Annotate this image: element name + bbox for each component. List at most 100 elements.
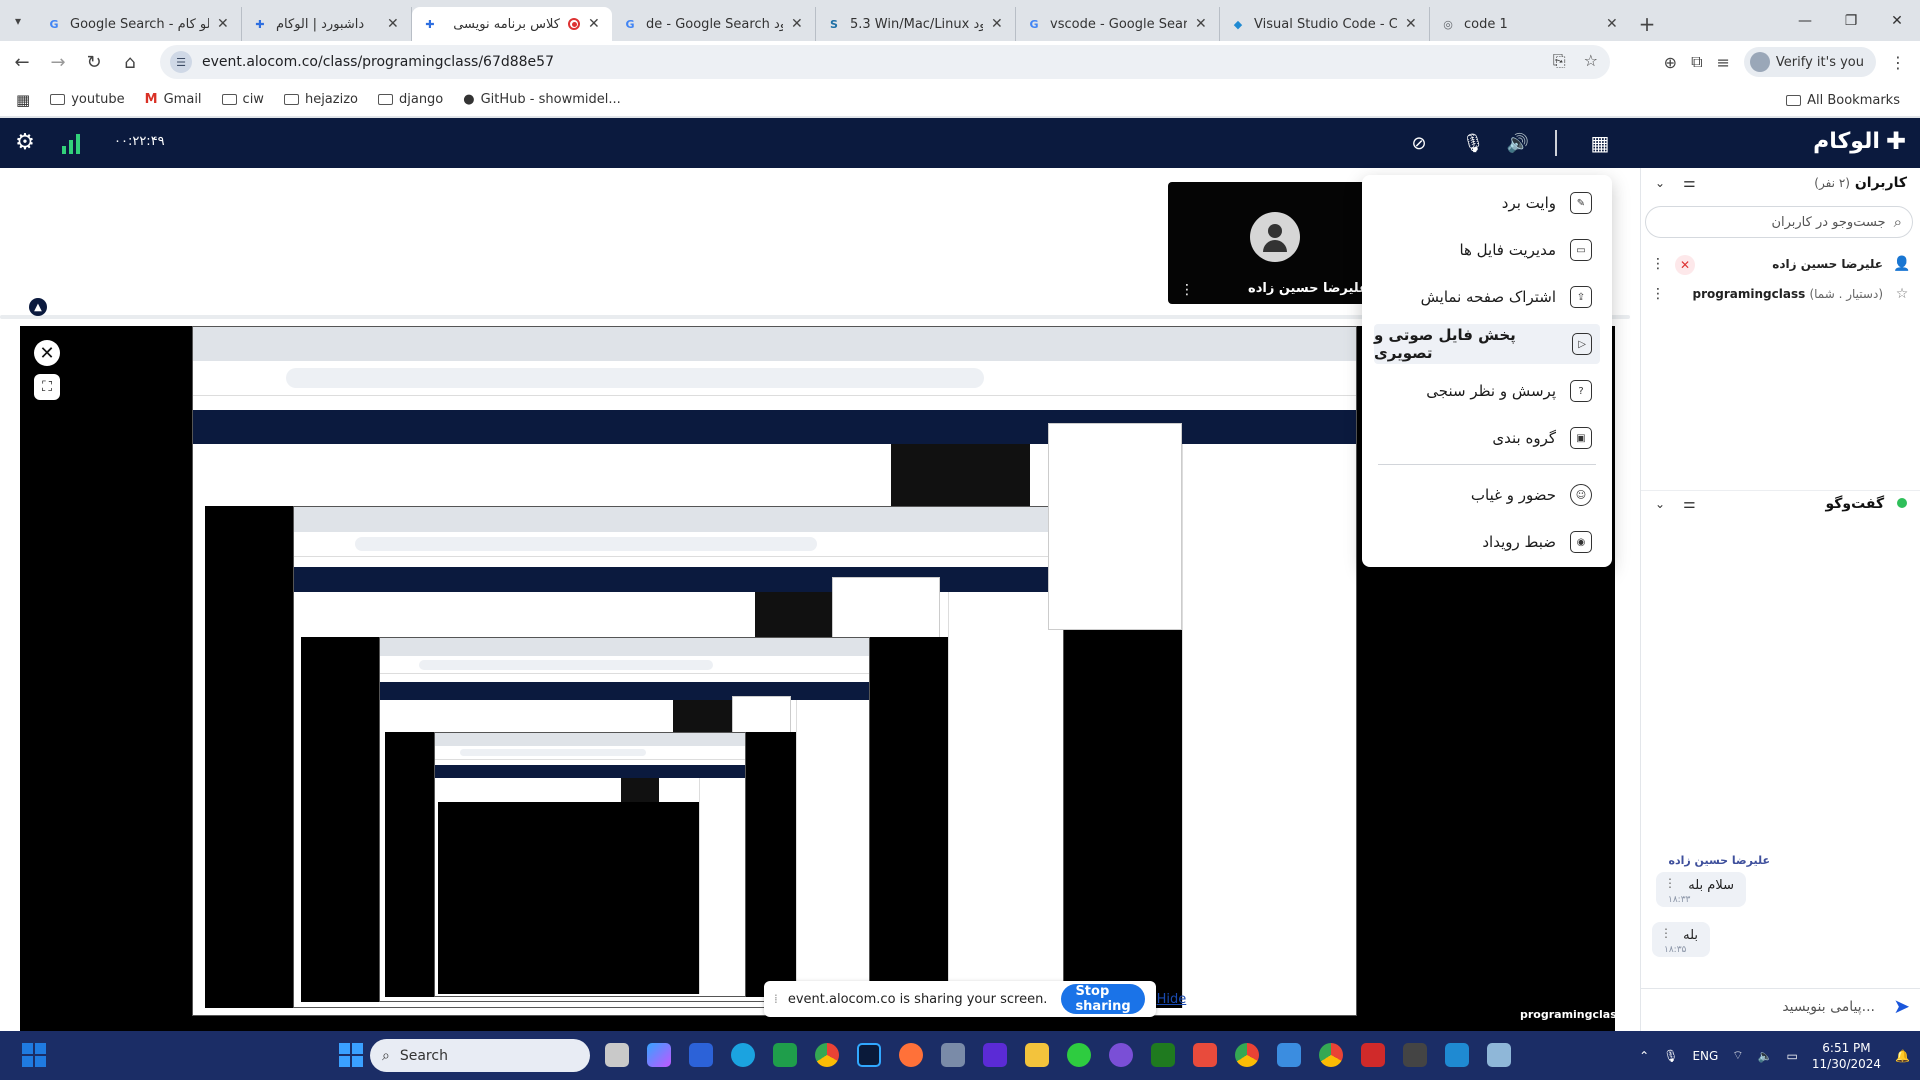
close-tab-icon[interactable]: ✕ (588, 16, 602, 32)
camera-off-icon[interactable]: ⊘ (1406, 130, 1432, 156)
install-app-icon[interactable]: ⎘ (1553, 51, 1566, 71)
user-options-icon[interactable]: ⋮ (1651, 256, 1665, 272)
app-icon[interactable] (1067, 1043, 1091, 1067)
bookmark-django[interactable]: django (377, 92, 443, 107)
menu-item-screen-share[interactable]: اشتراک صفحه نمایش ⇪ (1374, 277, 1600, 317)
xbox-icon[interactable] (1151, 1043, 1175, 1067)
settings-gear-icon[interactable]: ⚙ (12, 130, 38, 156)
address-bar[interactable]: ☰ event.alocom.co/class/programingclass/… (160, 45, 1610, 79)
site-info-icon[interactable]: ☰ (170, 51, 192, 73)
app-icon[interactable] (1109, 1043, 1133, 1067)
browser-tab[interactable]: ◎ code 1 ✕ (1430, 7, 1630, 41)
microphone-tray-icon[interactable]: 🎙 (1663, 1049, 1678, 1063)
chrome-icon[interactable] (815, 1043, 839, 1067)
filter-sliders-icon[interactable]: ⚌ (1683, 496, 1696, 512)
video-options-icon[interactable]: ⋮ (1180, 282, 1194, 298)
copilot-icon[interactable] (647, 1043, 671, 1067)
chevron-down-icon[interactable]: ⌄ (1655, 497, 1665, 511)
user-options-icon[interactable]: ⋮ (1651, 286, 1665, 302)
send-icon[interactable]: ➤ (1893, 994, 1910, 1018)
apps-grid-icon[interactable]: ▦ (16, 91, 30, 109)
close-tab-icon[interactable]: ✕ (1606, 16, 1620, 32)
language-indicator[interactable]: ENG (1692, 1049, 1718, 1063)
filter-sliders-icon[interactable]: ⚌ (1683, 175, 1696, 191)
extensions-icon[interactable]: ⧉ (1691, 52, 1702, 72)
browser-tab[interactable]: ✚ داشبورد | الوکام ✕ (242, 7, 412, 41)
menu-item-file-manager[interactable]: مدیریت فایل ها ▭ (1374, 230, 1600, 270)
chrome-icon[interactable] (1319, 1043, 1343, 1067)
firefox-icon[interactable] (899, 1043, 923, 1067)
chat-message-input[interactable]: پیامی بنویسید... (1641, 988, 1920, 1024)
tools-grid-icon[interactable]: ▦ (1587, 130, 1613, 156)
browser-tab-active[interactable]: ✚ کلاس برنامه نویسی ✕ (412, 7, 612, 41)
close-tab-icon[interactable]: ✕ (217, 16, 231, 32)
app-icon[interactable] (1487, 1043, 1511, 1067)
vscode-icon[interactable] (1445, 1043, 1469, 1067)
menu-item-poll[interactable]: پرسش و نظر سنجی ? (1374, 371, 1600, 411)
all-bookmarks-button[interactable]: All Bookmarks (1786, 83, 1900, 117)
hide-banner-link[interactable]: Hide (1157, 992, 1187, 1007)
reload-icon[interactable]: ↻ (76, 44, 112, 80)
photoshop-icon[interactable] (857, 1043, 881, 1067)
close-tab-icon[interactable]: ✕ (387, 16, 401, 32)
translate-icon[interactable]: ⊕ (1664, 53, 1677, 72)
chevron-down-icon[interactable]: ⌄ (1655, 176, 1665, 190)
user-row[interactable]: ⋮ ✕ علیرضا حسین زاده 👤 (1641, 252, 1920, 278)
media-app-icon[interactable] (983, 1043, 1007, 1067)
app-icon[interactable] (1193, 1043, 1217, 1067)
file-explorer-icon[interactable] (1025, 1043, 1049, 1067)
microphone-icon[interactable]: 🎙 (1460, 130, 1486, 156)
start-button-icon[interactable] (339, 1043, 363, 1067)
close-tab-icon[interactable]: ✕ (1405, 16, 1419, 32)
app-icon[interactable] (1277, 1043, 1301, 1067)
stop-sharing-button[interactable]: Stop sharing (1061, 984, 1145, 1014)
user-search-input[interactable]: جست‌وجو در کاربران ⌕ (1645, 206, 1913, 238)
wifi-icon[interactable]: ⌔ (1732, 1048, 1743, 1063)
fullscreen-toggle-button[interactable]: ⛶ (34, 374, 60, 400)
app-icon[interactable] (941, 1043, 965, 1067)
close-tab-icon[interactable]: ✕ (991, 16, 1005, 32)
media-controls-icon[interactable]: ≡ (1717, 53, 1730, 72)
widgets-icon[interactable] (22, 1043, 46, 1067)
chrome-icon[interactable] (1235, 1043, 1259, 1067)
bookmark-hejazizo[interactable]: hejazizo (283, 92, 358, 107)
menu-item-grouping[interactable]: گروه بندی ▣ (1374, 418, 1600, 458)
speaker-icon[interactable]: 🔊 (1505, 130, 1531, 156)
browser-tab[interactable]: S 5.3 Win/Mac/Linux دانلود ✕ (816, 7, 1016, 41)
message-options-icon[interactable]: ⋮ (1664, 876, 1676, 890)
remove-user-icon[interactable]: ✕ (1675, 255, 1695, 275)
collapse-video-button[interactable]: ▲ (29, 298, 47, 316)
close-tab-icon[interactable]: ✕ (1195, 16, 1209, 32)
user-row[interactable]: ⋮ programingclass (دستیار . شما) ☆ (1641, 282, 1920, 308)
menu-item-media-playback[interactable]: پخش فایل صوتی و تصویری ▷ (1374, 324, 1600, 364)
close-tab-icon[interactable]: ✕ (791, 16, 805, 32)
profile-verify-button[interactable]: Verify it's you (1743, 47, 1876, 77)
notification-bell-icon[interactable]: 🔔 (1895, 1049, 1910, 1063)
close-window-icon[interactable]: ✕ (1874, 0, 1920, 41)
pdf-reader-icon[interactable] (1361, 1043, 1385, 1067)
chevron-up-icon[interactable]: ⌃ (1639, 1049, 1649, 1063)
menu-item-attendance[interactable]: حضور و غیاب ☺ (1374, 475, 1600, 515)
bookmark-star-icon[interactable]: ☆ (1584, 51, 1598, 71)
minimize-icon[interactable]: — (1782, 0, 1828, 41)
menu-item-record-event[interactable]: ضبط رویداد ◉ (1374, 522, 1600, 562)
more-menu-icon[interactable]: ⋮ (1890, 53, 1906, 72)
browser-tab[interactable]: G de - Google Search دانلود ✕ (612, 7, 816, 41)
message-options-icon[interactable]: ⋮ (1660, 926, 1672, 940)
bookmark-ciw[interactable]: ciw (221, 92, 264, 107)
volume-icon[interactable]: 🔈 (1758, 1049, 1773, 1063)
menu-item-whiteboard[interactable]: وایت برد ✎ (1374, 183, 1600, 223)
edge-icon[interactable] (731, 1043, 755, 1067)
back-arrow-icon[interactable]: ← (4, 44, 40, 80)
tab-search-dropdown-icon[interactable]: ▾ (0, 0, 36, 41)
restore-icon[interactable]: ❐ (1828, 0, 1874, 41)
bookmark-youtube[interactable]: youtube (50, 92, 125, 107)
task-view-icon[interactable] (605, 1043, 629, 1067)
bookmark-gmail[interactable]: M Gmail (145, 92, 202, 107)
pycharm-icon[interactable] (773, 1043, 797, 1067)
drag-handle-icon[interactable]: ⁞ (774, 992, 778, 1006)
bookmark-github[interactable]: ● GitHub - showmidel... (463, 92, 620, 107)
settings-app-icon[interactable] (1403, 1043, 1427, 1067)
battery-icon[interactable]: ▭ (1787, 1049, 1798, 1063)
browser-tab[interactable]: G Google Search - الو کام ✕ (36, 7, 242, 41)
